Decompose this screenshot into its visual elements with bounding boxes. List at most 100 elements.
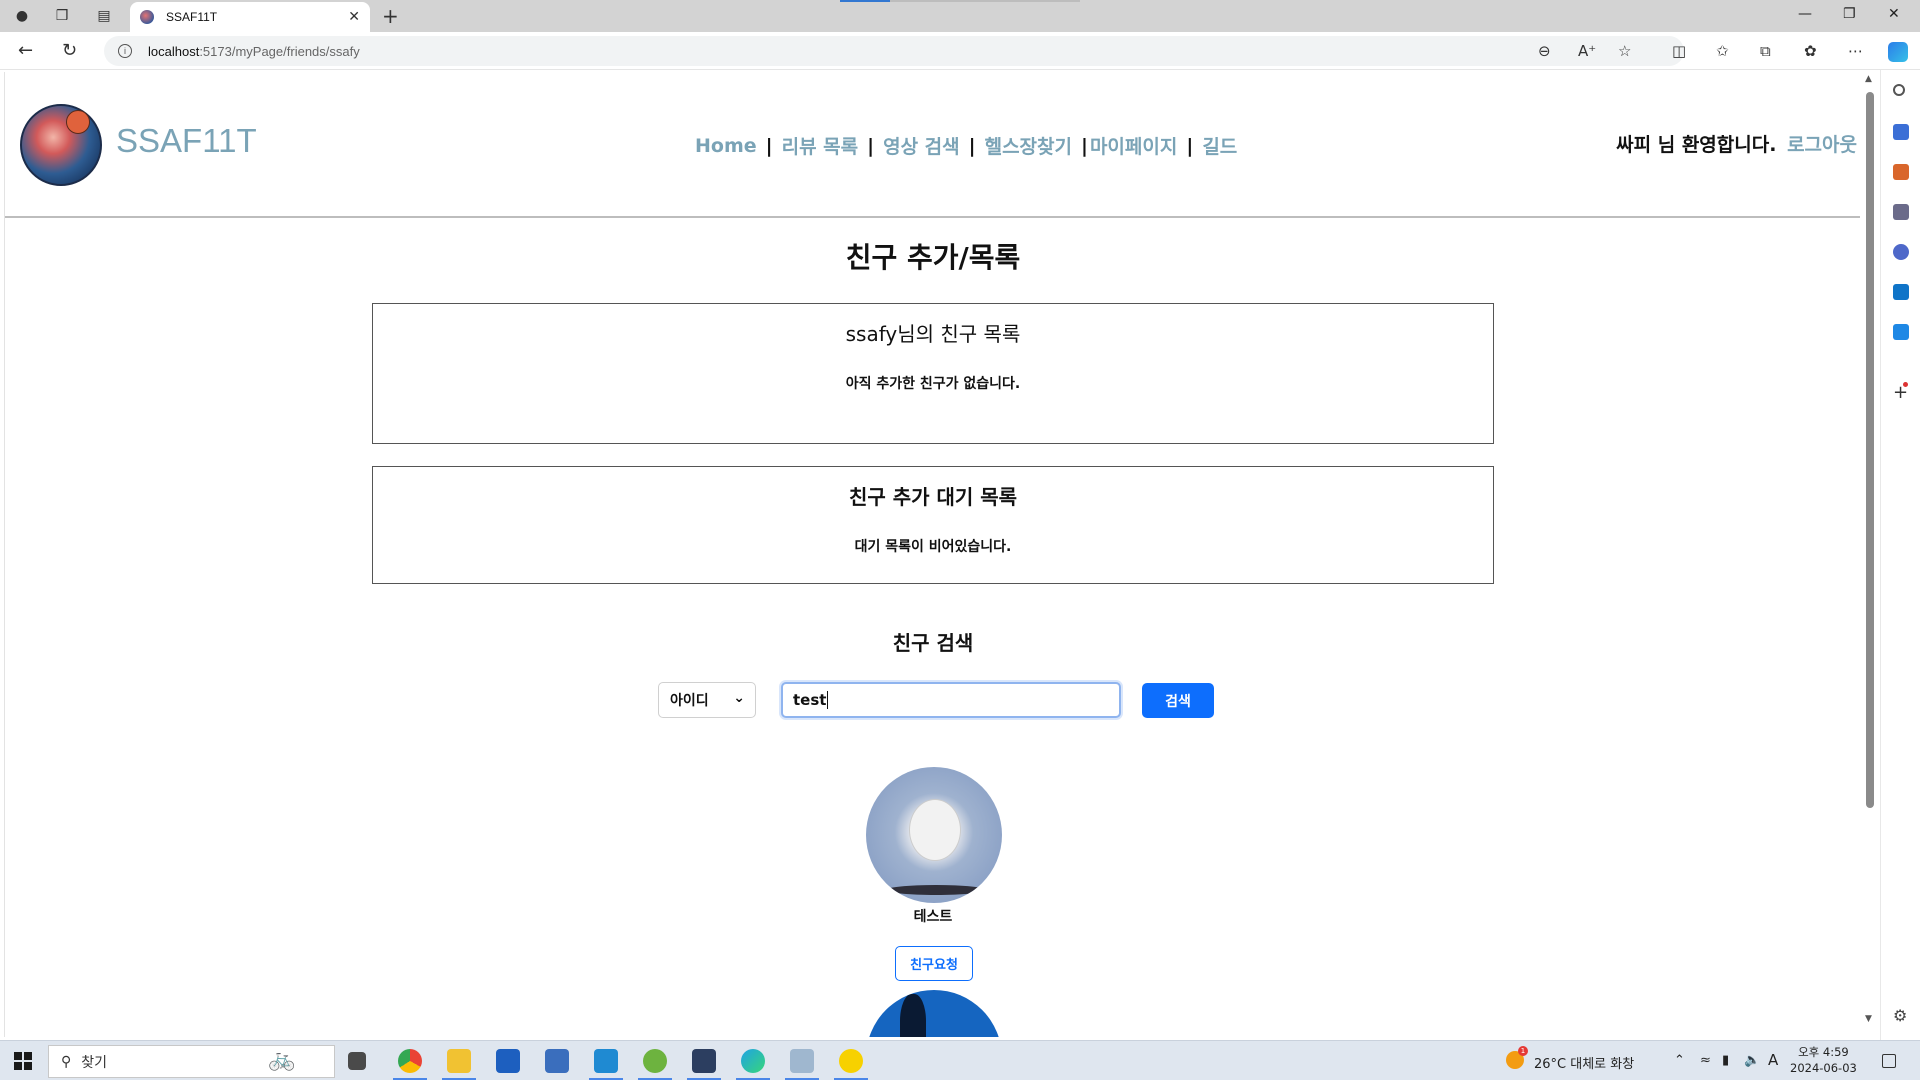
search-type-select[interactable]: 아이디 ⌄: [658, 682, 756, 718]
weather-text[interactable]: 26°C 대체로 화창: [1534, 1053, 1634, 1072]
nav-video-search[interactable]: 영상 검색: [883, 132, 960, 159]
vertical-tabs-icon[interactable]: ▤: [94, 6, 114, 26]
clock-date: 2024-06-03: [1790, 1061, 1857, 1075]
nav-mypage[interactable]: 마이페이지: [1090, 132, 1177, 159]
refresh-icon[interactable]: ↻: [62, 40, 77, 61]
tab-strip-indicator: [840, 0, 890, 2]
favorites-icon[interactable]: ✩: [1716, 42, 1729, 60]
volume-icon[interactable]: 🔈: [1744, 1053, 1760, 1068]
info-icon[interactable]: i: [118, 44, 132, 58]
search-button[interactable]: 검색: [1142, 683, 1214, 718]
user-avatar: [866, 767, 1002, 903]
scroll-up-arrow-icon[interactable]: ▲: [1865, 74, 1872, 84]
windows-start-icon[interactable]: [14, 1052, 32, 1070]
mail-icon[interactable]: [545, 1049, 569, 1073]
close-tab-icon[interactable]: ✕: [348, 9, 360, 25]
shopping-icon[interactable]: [1893, 124, 1909, 140]
profile-icon[interactable]: ●: [12, 6, 32, 26]
search-input[interactable]: test: [781, 682, 1121, 718]
task-view-icon[interactable]: [348, 1052, 366, 1070]
site-logo[interactable]: [20, 104, 102, 186]
notification-center-icon[interactable]: [1882, 1054, 1896, 1068]
spring-icon[interactable]: [643, 1049, 667, 1073]
mysql-workbench-icon[interactable]: [692, 1049, 716, 1073]
nav-separator: |: [1081, 134, 1088, 157]
avatar-character: [909, 799, 961, 861]
copilot-icon[interactable]: [1888, 42, 1908, 62]
search-icon[interactable]: [1893, 84, 1905, 96]
web-page: SSAF11T Home | 리뷰 목록 | 영상 검색 | 헬스장찾기 | 마…: [4, 72, 1860, 1037]
nav-separator: |: [867, 134, 875, 157]
address-toolbar: ← ↻ i localhost:5173/myPage/friends/ssaf…: [0, 32, 1920, 70]
microsoft365-icon[interactable]: [1893, 244, 1909, 260]
vscode-icon[interactable]: [594, 1049, 618, 1073]
nav-home[interactable]: Home: [695, 135, 757, 157]
site-favicon-icon: [140, 10, 154, 24]
store-icon[interactable]: [496, 1049, 520, 1073]
nav-review-list[interactable]: 리뷰 목록: [782, 132, 859, 159]
url-path: :5173/myPage/friends/ssafy: [199, 43, 360, 59]
scroll-down-arrow-icon[interactable]: ▼: [1865, 1014, 1872, 1024]
drop-icon[interactable]: [1893, 324, 1909, 340]
text-caret: [827, 691, 829, 709]
page-scrollbar[interactable]: ▲ ▼: [1862, 74, 1876, 1034]
kakaotalk-icon[interactable]: [839, 1049, 863, 1073]
avatar-figure: [900, 994, 926, 1037]
windows-taskbar: ⚲ 찾기 🚲 1 26°C 대체로 화창 ⌃ ≈ ▮ 🔈 A 오후 4:59 2…: [0, 1040, 1920, 1080]
search-result-name: 테스트: [913, 909, 953, 925]
chevron-up-icon[interactable]: ⌃: [1674, 1053, 1685, 1068]
read-aloud-icon[interactable]: A⁺: [1578, 42, 1596, 60]
browser-tab-bar: ● ❒ ▤ SSAF11T ✕ + — ❐ ✕: [0, 0, 1920, 32]
avatar-shadow: [886, 885, 986, 895]
new-tab-icon[interactable]: +: [382, 4, 399, 28]
welcome-area: 싸피 님 환영합니다. 로그아웃: [1616, 130, 1857, 157]
nav-separator: |: [1186, 134, 1194, 157]
workspaces-icon[interactable]: ❒: [52, 6, 72, 26]
nav-gym-finder[interactable]: 헬스장찾기: [985, 132, 1072, 159]
logout-link[interactable]: 로그아웃: [1787, 134, 1857, 156]
url-field[interactable]: i localhost:5173/myPage/friends/ssafy: [104, 36, 1684, 66]
url-host: localhost: [148, 43, 200, 59]
favorite-star-icon[interactable]: ☆: [1618, 42, 1631, 60]
more-icon[interactable]: ⋯: [1848, 42, 1863, 60]
clock-time: 오후 4:59: [1798, 1045, 1849, 1059]
outlook-icon[interactable]: [1893, 284, 1909, 300]
browser-tab[interactable]: SSAF11T ✕: [130, 2, 370, 32]
notification-dot: [1903, 382, 1908, 387]
file-explorer-icon[interactable]: [447, 1049, 471, 1073]
browser-sidebar: + ⚙: [1880, 70, 1920, 1040]
taskbar-search-placeholder: 찾기: [81, 1054, 108, 1071]
main-nav: Home | 리뷰 목록 | 영상 검색 | 헬스장찾기 | 마이페이지 | 길…: [695, 132, 1237, 159]
edge-icon[interactable]: [741, 1049, 765, 1073]
next-user-avatar: [866, 990, 1002, 1037]
battery-icon[interactable]: ▮: [1722, 1053, 1729, 1068]
scroll-thumb[interactable]: [1866, 92, 1874, 808]
site-name[interactable]: SSAF11T: [116, 122, 257, 160]
window-close-icon[interactable]: ✕: [1888, 6, 1900, 22]
split-screen-icon[interactable]: ◫: [1672, 42, 1686, 60]
ime-indicator[interactable]: A: [1768, 1051, 1778, 1069]
nav-separator: |: [968, 134, 976, 157]
search-type-value: 아이디: [670, 693, 709, 709]
pending-list-box: 친구 추가 대기 목록 대기 목록이 비어있습니다.: [372, 466, 1494, 584]
restore-icon[interactable]: ❐: [1843, 6, 1856, 22]
tools-icon[interactable]: [1893, 164, 1909, 180]
taskbar-clock[interactable]: 오후 4:59 2024-06-03: [1790, 1044, 1857, 1076]
minimize-icon[interactable]: —: [1798, 6, 1812, 22]
chrome-icon[interactable]: [398, 1049, 422, 1073]
back-icon[interactable]: ←: [18, 40, 33, 61]
nav-guild[interactable]: 길드: [1202, 132, 1237, 159]
friend-list-box: ssafy님의 친구 목록 아직 추가한 친구가 없습니다.: [372, 303, 1494, 444]
pending-list-title: 친구 추가 대기 목록: [848, 485, 1018, 509]
extensions-icon[interactable]: ✿: [1804, 42, 1817, 60]
games-icon[interactable]: [1893, 204, 1909, 220]
zoom-icon[interactable]: ⊖: [1538, 42, 1551, 60]
collections-icon[interactable]: ⧉: [1760, 42, 1771, 60]
site-header: SSAF11T Home | 리뷰 목록 | 영상 검색 | 헬스장찾기 | 마…: [5, 72, 1860, 218]
welcome-text: 싸피 님 환영합니다.: [1616, 134, 1777, 156]
friend-request-button[interactable]: 친구요청: [895, 946, 973, 981]
tab-title: SSAF11T: [166, 10, 218, 24]
notepad-icon[interactable]: [790, 1049, 814, 1073]
settings-gear-icon[interactable]: ⚙: [1893, 1006, 1907, 1025]
network-icon[interactable]: ≈: [1700, 1053, 1711, 1068]
